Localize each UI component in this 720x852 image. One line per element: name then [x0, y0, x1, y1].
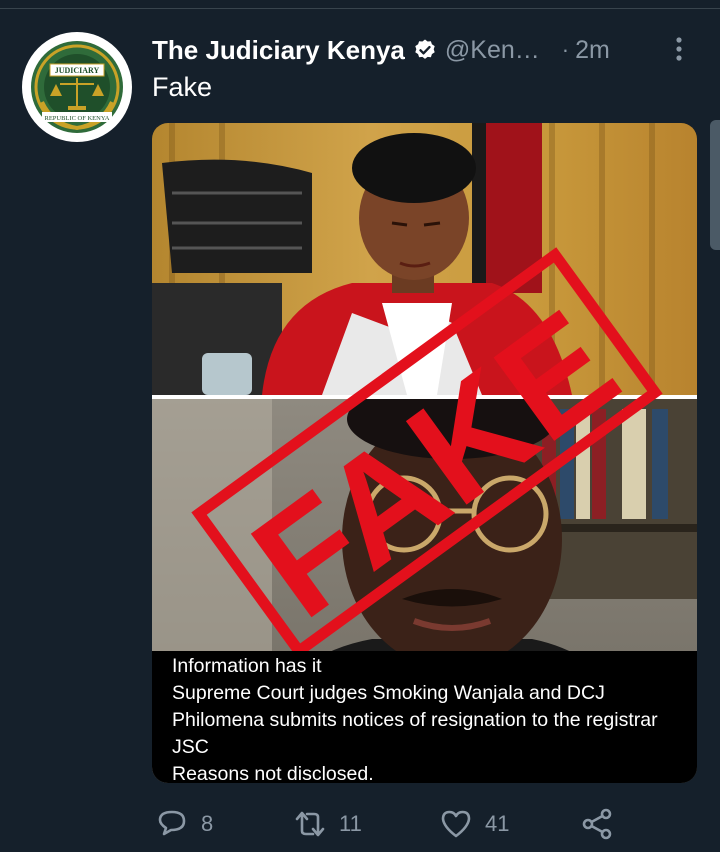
image-caption: Information has it Supreme Court judges …	[152, 651, 697, 783]
verified-badge-icon	[413, 38, 437, 62]
tweet-text: Fake	[152, 72, 213, 102]
separator-dot: ·	[561, 37, 570, 62]
retweet-button[interactable]: 11	[293, 806, 362, 842]
tweet-media[interactable]: FAKE Information has it Supreme Court ju…	[152, 123, 697, 783]
seal-bottom-text: REPUBLIC OF KENYA	[44, 115, 109, 122]
caption-text: Information has it Supreme Court judges …	[172, 655, 658, 783]
seal-top-text: JUDICIARY	[55, 66, 100, 75]
reply-icon	[158, 810, 186, 836]
author-handle[interactable]: @Ken…	[445, 36, 540, 65]
tweet-header: The Judiciary Kenya @Ken… · 2m	[152, 33, 692, 67]
fake-stamp-text: FAKE	[223, 278, 645, 649]
tweet-actions: 8 11 41	[155, 806, 695, 846]
share-icon	[582, 808, 612, 840]
share-button[interactable]	[580, 806, 614, 842]
top-divider	[0, 8, 720, 9]
judiciary-seal-logo: JUDICIARY REPUBLIC OF KENYA	[31, 41, 123, 133]
reply-count: 8	[201, 811, 214, 836]
retweet-icon	[295, 811, 325, 837]
author-name[interactable]: The Judiciary Kenya	[152, 35, 405, 66]
reply-button[interactable]: 8	[155, 806, 213, 842]
like-button[interactable]: 41	[439, 806, 509, 842]
scrollbar-thumb[interactable]	[710, 120, 720, 250]
more-vertical-icon[interactable]	[670, 36, 688, 62]
retweet-count: 11	[339, 811, 362, 836]
timestamp[interactable]: 2m	[575, 36, 610, 65]
like-count: 41	[485, 811, 510, 836]
avatar[interactable]: JUDICIARY REPUBLIC OF KENYA	[22, 32, 132, 142]
like-icon	[441, 810, 471, 838]
